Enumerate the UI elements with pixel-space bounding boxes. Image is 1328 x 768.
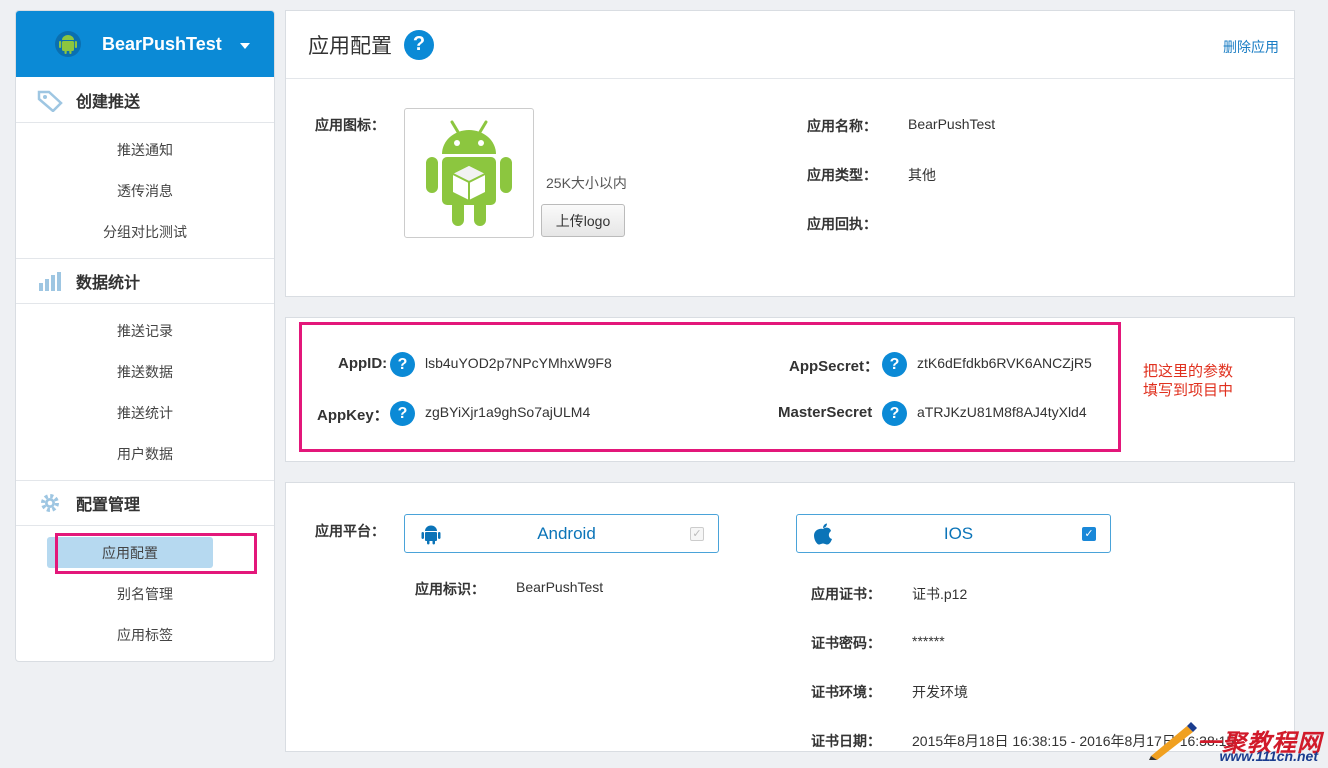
- sidebar-item-ab-test[interactable]: 分组对比测试: [16, 211, 274, 252]
- page-title: 应用配置: [308, 34, 392, 58]
- app-info-card: 应用配置 ? 删除应用 应用图标： 25K大小以内 上传logo 应用名称： B…: [285, 10, 1295, 297]
- annotation-note: 把这里的参数 填写到项目中: [1143, 362, 1233, 400]
- section-statistics[interactable]: 数据统计: [16, 258, 274, 304]
- gear-icon: [36, 491, 64, 515]
- android-id-value: BearPushTest: [516, 579, 604, 595]
- cert-password-value: ******: [912, 633, 945, 649]
- page-header: 应用配置 ? 删除应用: [286, 11, 1294, 79]
- section-config[interactable]: 配置管理: [16, 480, 274, 526]
- cert-password-label: 证书密码：: [811, 635, 881, 651]
- cert-value: 证书.p12: [912, 586, 968, 602]
- note-line-1: 把这里的参数: [1143, 363, 1234, 380]
- apple-icon: [811, 522, 835, 546]
- app-icon-preview: [404, 108, 534, 238]
- android-logo-icon: [55, 31, 81, 57]
- size-hint: 25K大小以内: [546, 175, 627, 191]
- sidebar-item-push-stats[interactable]: 推送统计: [16, 392, 274, 433]
- section-label: 配置管理: [76, 497, 141, 514]
- section-label: 数据统计: [76, 275, 141, 292]
- app-name: BearPushTest: [102, 33, 222, 54]
- android-platform-toggle[interactable]: Android ✓: [404, 514, 719, 553]
- app-name-label: 应用名称：: [807, 118, 877, 134]
- android-id-label: 应用标识：: [415, 581, 485, 597]
- sidebar-item-push-notification[interactable]: 推送通知: [16, 129, 274, 170]
- highlight-frame: [55, 533, 257, 574]
- tag-icon: [36, 88, 64, 112]
- sidebar-item-passthrough[interactable]: 透传消息: [16, 170, 274, 211]
- watermark-url: www.111cn.net: [1219, 748, 1318, 764]
- delete-app-link[interactable]: 删除应用: [1223, 37, 1279, 57]
- icon-label: 应用图标：: [315, 117, 385, 133]
- ios-label: IOS: [943, 523, 974, 543]
- android-robot-icon: [426, 120, 512, 226]
- app-switcher[interactable]: BearPushTest: [16, 11, 274, 77]
- android-label: Android: [537, 523, 596, 543]
- sidebar-item-tags[interactable]: 应用标签: [16, 614, 274, 655]
- ios-platform-toggle[interactable]: IOS ✓: [796, 514, 1111, 553]
- pencil-logo-icon: [1149, 722, 1197, 760]
- section-create-push[interactable]: 创建推送: [16, 77, 274, 123]
- chevron-down-icon: [239, 42, 250, 49]
- android-icon: [419, 522, 443, 546]
- cert-date-label: 证书日期：: [811, 733, 881, 749]
- submenu-statistics: 推送记录 推送数据 推送统计 用户数据: [16, 304, 274, 480]
- sidebar-item-user-data[interactable]: 用户数据: [16, 433, 274, 474]
- section-label: 创建推送: [76, 93, 141, 111]
- app-receipt-label: 应用回执：: [807, 216, 877, 232]
- bar-chart-icon: [36, 269, 64, 293]
- app-type-value: 其他: [908, 167, 936, 183]
- watermark-logo: 一聚教程网 www.111cn.net: [1147, 720, 1322, 764]
- sidebar-item-alias[interactable]: 别名管理: [16, 573, 274, 614]
- app-type-label: 应用类型：: [807, 167, 877, 183]
- submenu-create-push: 推送通知 透传消息 分组对比测试: [16, 123, 274, 258]
- ios-checkbox[interactable]: ✓: [1082, 526, 1096, 541]
- upload-logo-button[interactable]: 上传logo: [541, 204, 625, 237]
- platform-card: 应用平台： Android ✓ IOS ✓ 应用标识： BearPushTest…: [285, 482, 1295, 752]
- cert-env-label: 证书环境：: [811, 684, 881, 700]
- android-checkbox[interactable]: ✓: [690, 526, 704, 541]
- sidebar-item-push-data[interactable]: 推送数据: [16, 351, 274, 392]
- sidebar-item-push-records[interactable]: 推送记录: [16, 310, 274, 351]
- keys-highlight-frame: [299, 322, 1121, 452]
- note-line-2: 填写到项目中: [1143, 382, 1234, 399]
- help-icon[interactable]: ?: [404, 29, 434, 60]
- cert-env-value: 开发环境: [912, 684, 968, 700]
- app-name-value: BearPushTest: [908, 116, 996, 132]
- cert-label: 应用证书：: [811, 586, 881, 602]
- platform-label: 应用平台：: [315, 523, 385, 539]
